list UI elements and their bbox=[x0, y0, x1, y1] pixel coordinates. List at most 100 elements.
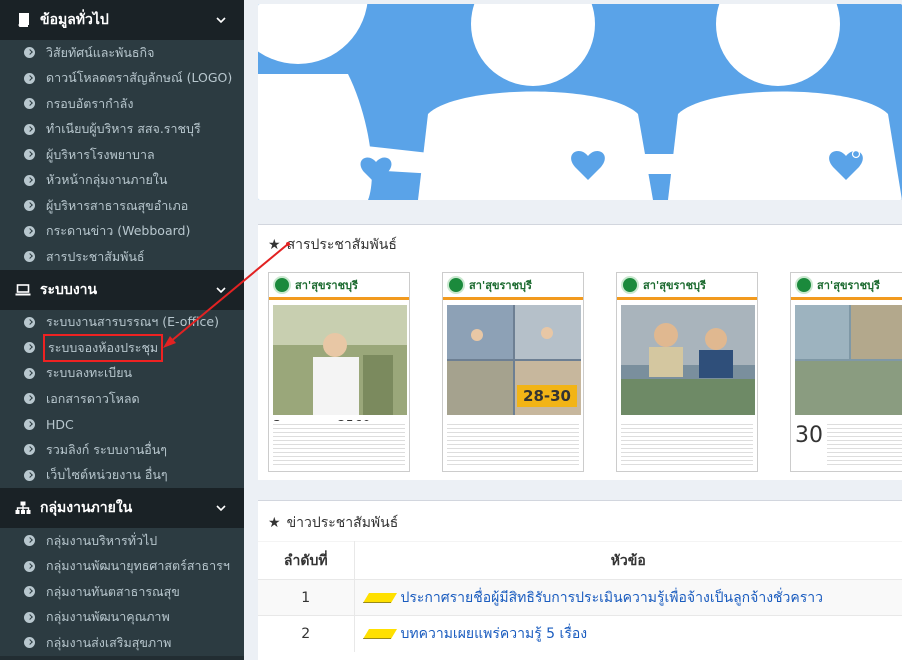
arrow-circle-icon bbox=[24, 637, 35, 649]
sidebar-section-title: ข้อมูลทั่วไป bbox=[40, 12, 109, 28]
sidebar-item-label: กลุ่มงานส่งเสริมสุขภาพ bbox=[46, 634, 172, 650]
row-number: 2 bbox=[258, 615, 355, 652]
laptop-icon bbox=[14, 282, 32, 298]
chevron-down-icon bbox=[214, 501, 228, 515]
sidebar-item-quality[interactable]: กลุ่มงานพัฒนาคุณภาพ bbox=[0, 605, 244, 631]
thumbnail-stripe bbox=[617, 297, 757, 300]
sidebar-item-executives[interactable]: ทำเนียบผู้บริหาร สสจ.ราชบุรี bbox=[0, 117, 244, 143]
row-title-cell: ประกาศรายชื่อผู้มีสิทธิรับการประเมินความ… bbox=[354, 579, 902, 616]
pr-panel-title-text: สารประชาสัมพันธ์ bbox=[286, 237, 397, 253]
banner-illustration bbox=[258, 4, 902, 200]
sidebar-submenu-general: วิสัยทัศน์และพันธกิจ ดาวน์โหลดตราสัญลักษ… bbox=[0, 40, 244, 270]
sidebar-item-hdc[interactable]: HDC bbox=[0, 412, 244, 438]
pr-thumbnail[interactable]: สา'สุขราชบุรี bbox=[616, 272, 758, 472]
pr-thumbnail[interactable]: สา'สุขราชบุรี 28-30 bbox=[442, 272, 584, 472]
sidebar-item-label: เว็บไซต์หน่วยงาน อื่นๆ bbox=[46, 467, 168, 483]
sidebar-item-label: HDC bbox=[46, 416, 74, 432]
sidebar-item-registration[interactable]: ระบบลงทะเบียน bbox=[0, 361, 244, 387]
sidebar-item-manpower[interactable]: กรอบอัตรากำลัง bbox=[0, 91, 244, 117]
row-number: 1 bbox=[258, 579, 355, 616]
sidebar-item-hospital-directors[interactable]: ผู้บริหารโรงพยาบาล bbox=[0, 142, 244, 168]
thumbnail-stripe bbox=[269, 297, 409, 300]
sidebar-submenu-systems: ระบบงานสารบรรณฯ (E-office) ระบบจองห้องปร… bbox=[0, 309, 244, 489]
ministry-logo-icon bbox=[447, 276, 465, 294]
thumbnail-brand: สา'สุขราชบุรี bbox=[295, 279, 358, 292]
yellow-tag-icon bbox=[362, 628, 397, 639]
arrow-circle-icon bbox=[24, 72, 35, 84]
news-link-text: ประกาศรายชื่อผู้มีสิทธิรับการประเมินความ… bbox=[400, 589, 824, 606]
sidebar-item-internal-heads[interactable]: หัวหน้ากลุ่มงานภายใน bbox=[0, 168, 244, 194]
sidebar-item-logo-download[interactable]: ดาวน์โหลดตราสัญลักษณ์ (LOGO) bbox=[0, 66, 244, 92]
arrow-circle-icon bbox=[24, 535, 35, 547]
news-panel: ★ ข่าวประชาสัมพันธ์ ลำดับที่ หัวข้อ 1 ปร… bbox=[258, 500, 902, 660]
arrow-circle-icon bbox=[24, 316, 35, 328]
sidebar-item-label: รวมลิงก์ ระบบงานอื่นๆ bbox=[46, 441, 168, 457]
sidebar-item-documents[interactable]: เอกสารดาวโหลด bbox=[0, 386, 244, 412]
arrow-circle-icon bbox=[24, 418, 35, 430]
sidebar-section-internal-groups[interactable]: กลุ่มงานภายใน bbox=[0, 488, 244, 528]
sidebar-item-vision[interactable]: วิสัยทัศน์และพันธกิจ bbox=[0, 40, 244, 66]
arrow-circle-icon bbox=[24, 444, 35, 456]
table-header-row: ลำดับที่ หัวข้อ bbox=[258, 541, 902, 580]
arrow-circle-icon bbox=[24, 367, 35, 379]
thumbnail-header: สา'สุขราชบุรี bbox=[269, 273, 409, 297]
thumbnail-header: สา'สุขราชบุรี bbox=[617, 273, 757, 297]
sitemap-icon bbox=[14, 500, 32, 516]
thumbnail-header: สา'สุขราชบุรี bbox=[443, 273, 583, 297]
sidebar-item-webboard[interactable]: กระดานข่าว (Webboard) bbox=[0, 219, 244, 245]
sidebar-section-systems[interactable]: ระบบงาน bbox=[0, 269, 244, 310]
sidebar-item-label: เอกสารดาวโหลด bbox=[46, 390, 140, 406]
sidebar-item-other-links[interactable]: รวมลิงก์ ระบบงานอื่นๆ bbox=[0, 437, 244, 463]
ministry-logo-icon bbox=[273, 276, 291, 294]
thumbnail-caption bbox=[827, 421, 902, 467]
arrow-circle-icon bbox=[24, 98, 35, 110]
sidebar-item-label: สารประชาสัมพันธ์ bbox=[46, 248, 145, 264]
news-panel-title: ★ ข่าวประชาสัมพันธ์ bbox=[258, 501, 902, 535]
news-panel-title-text: ข่าวประชาสัมพันธ์ bbox=[286, 515, 399, 531]
news-link[interactable]: ประกาศรายชื่อผู้มีสิทธิรับการประเมินความ… bbox=[355, 587, 824, 609]
thumbnail-brand: สา'สุขราชบุรี bbox=[817, 279, 880, 292]
sidebar-item-dental[interactable]: กลุ่มงานทันตสาธารณสุข bbox=[0, 579, 244, 605]
chevron-down-icon bbox=[214, 283, 228, 297]
pr-thumbnail[interactable]: สา'สุขราชบุรี 30 bbox=[790, 272, 902, 472]
sidebar-item-health-promotion[interactable]: กลุ่มงานส่งเสริมสุขภาพ bbox=[0, 630, 244, 656]
sidebar-item-strategy[interactable]: กลุ่มงานพัฒนายุทธศาสตร์สาธารฯ bbox=[0, 554, 244, 580]
thumbnail-photo bbox=[621, 305, 755, 415]
sidebar-item-other-websites[interactable]: เว็บไซต์หน่วยงาน อื่นๆ bbox=[0, 463, 244, 489]
thumbnail-stripe bbox=[791, 297, 902, 300]
sidebar-section-title: กลุ่มงานภายใน bbox=[40, 500, 133, 516]
arrow-circle-icon bbox=[24, 342, 35, 354]
sidebar-item-general-admin[interactable]: กลุ่มงานบริหารทั่วไป bbox=[0, 528, 244, 554]
pr-thumbnails: สา'สุขราชบุรี 3 มกราคม 2560 สา'สุขราชบุร… bbox=[268, 272, 902, 472]
sidebar-item-district-health[interactable]: ผู้บริหารสาธารณสุขอำเภอ bbox=[0, 193, 244, 219]
sidebar-item-label: ระบบงานสารบรรณฯ (E-office) bbox=[46, 314, 219, 330]
yellow-tag-icon bbox=[362, 592, 397, 603]
sidebar-item-meeting-room-booking[interactable]: ระบบจองห้องประชุม bbox=[0, 333, 244, 362]
arrow-circle-icon bbox=[24, 123, 35, 135]
sidebar-item-label: ทำเนียบผู้บริหาร สสจ.ราชบุรี bbox=[46, 121, 201, 137]
sidebar-item-pr-news[interactable]: สารประชาสัมพันธ์ bbox=[0, 244, 244, 270]
main-content: ★ สารประชาสัมพันธ์ สา'สุขราชบุรี 3 มกราค… bbox=[244, 0, 902, 660]
book-icon bbox=[14, 12, 32, 28]
arrow-circle-icon bbox=[24, 560, 35, 572]
sidebar-item-label: ผู้บริหารโรงพยาบาล bbox=[46, 146, 155, 162]
star-icon: ★ bbox=[268, 237, 281, 253]
page-root: ข้อมูลทั่วไป วิสัยทัศน์และพันธกิจ ดาวน์โ… bbox=[0, 0, 902, 660]
arrow-circle-icon bbox=[24, 469, 35, 481]
pr-thumbnail[interactable]: สา'สุขราชบุรี 3 มกราคม 2560 bbox=[268, 272, 410, 472]
sidebar-item-label: หัวหน้ากลุ่มงานภายใน bbox=[46, 172, 168, 188]
sidebar-item-e-office[interactable]: ระบบงานสารบรรณฯ (E-office) bbox=[0, 310, 244, 336]
sidebar-item-label: กลุ่มงานทันตสาธารณสุข bbox=[46, 583, 180, 599]
banner-carousel[interactable] bbox=[258, 4, 902, 200]
arrow-circle-icon bbox=[24, 251, 35, 263]
thumbnail-photo bbox=[273, 305, 407, 415]
pr-panel-title: ★ สารประชาสัมพันธ์ bbox=[268, 235, 892, 255]
table-row: 2 บทความเผยแพร่ความรู้ 5 เรื่อง bbox=[258, 615, 902, 652]
sidebar-section-general[interactable]: ข้อมูลทั่วไป bbox=[0, 0, 244, 40]
news-link[interactable]: บทความเผยแพร่ความรู้ 5 เรื่อง bbox=[355, 623, 587, 645]
sidebar-item-label: กลุ่มงานบริหารทั่วไป bbox=[46, 532, 158, 548]
arrow-circle-icon bbox=[24, 586, 35, 598]
thumbnail-caption bbox=[447, 421, 579, 467]
sidebar-item-label: วิสัยทัศน์และพันธกิจ bbox=[46, 44, 155, 60]
star-icon: ★ bbox=[268, 515, 281, 531]
